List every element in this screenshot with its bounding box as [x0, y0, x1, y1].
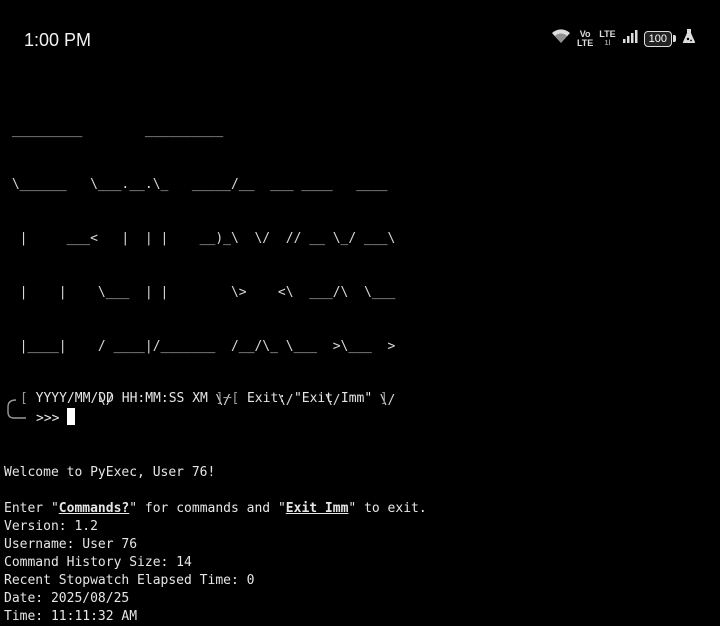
bracket-open: [: [231, 391, 240, 406]
prompt-input-line[interactable]: >>>: [4, 408, 388, 428]
bracket-open: [: [20, 391, 28, 406]
volte-indicator: Vo LTE: [576, 29, 594, 48]
flask-icon: [682, 28, 696, 49]
prompt-datetime-format: YYYY/MM/DD HH:MM:SS XM: [27, 391, 216, 406]
wifi-icon: [551, 28, 571, 49]
banner-line: | ___< | | | __)_\ \/ // __ \_/ ___\: [4, 231, 404, 246]
prompt-exit-hint: Exit: "Exit Imm": [239, 391, 381, 406]
lte-indicator: LTE 1l: [599, 28, 616, 48]
exit-keyword: Exit Imm: [285, 501, 349, 516]
signal-icon: [622, 28, 638, 49]
command-prompt[interactable]: [ YYYY/MM/DD HH:MM:SS XM ]─[ Exit: "Exit…: [4, 390, 388, 428]
status-bar: 1:00 PM Vo LTE LTE 1l 100: [0, 0, 720, 80]
help-suffix: " to exit.: [348, 501, 427, 516]
help-line: Enter "Commands?" for commands and "Exit…: [4, 500, 458, 518]
banner-line: | | \___ | | \> <\ ___/\ \___: [4, 285, 404, 300]
username-line: Username: User 76: [4, 537, 138, 552]
status-time: 1:00 PM: [24, 30, 92, 50]
bracket-close: ]: [380, 391, 388, 406]
version-line: Version: 1.2: [4, 519, 98, 534]
prompt-symbol: >>>: [36, 411, 68, 426]
time-line: Time: 11:11:32 AM: [4, 609, 138, 624]
lte-top-label: LTE: [599, 28, 616, 39]
help-middle: " for commands and ": [129, 501, 286, 516]
terminal-output: _________ __________ \______ \___.__.\_ …: [4, 86, 458, 626]
bracket-close: ]: [215, 391, 224, 406]
lte-bottom-label: 1l: [604, 39, 611, 47]
battery-icon: 100: [643, 30, 676, 47]
battery-level: 100: [643, 30, 672, 47]
text-cursor[interactable]: [67, 408, 76, 425]
welcome-line: Welcome to PyExec, User 76!: [4, 465, 216, 480]
banner-line: \______ \___.__.\_ _____/__ ___ ____ ___…: [4, 177, 404, 192]
commands-keyword: Commands?: [58, 501, 130, 516]
prompt-header: [ YYYY/MM/DD HH:MM:SS XM ]─[ Exit: "Exit…: [4, 390, 388, 408]
help-prefix: Enter ": [4, 501, 59, 516]
banner-line: _________ __________: [4, 123, 458, 138]
date-line: Date: 2025/08/25: [4, 591, 130, 606]
status-icons: Vo LTE LTE 1l 100: [551, 28, 696, 49]
volte-bottom-label: LTE: [576, 37, 594, 48]
banner-line: |____| / ____|/_______ /__/\_ \___ >\___…: [4, 339, 396, 354]
stopwatch-line: Recent Stopwatch Elapsed Time: 0: [4, 573, 255, 588]
history-line: Command History Size: 14: [4, 555, 192, 570]
